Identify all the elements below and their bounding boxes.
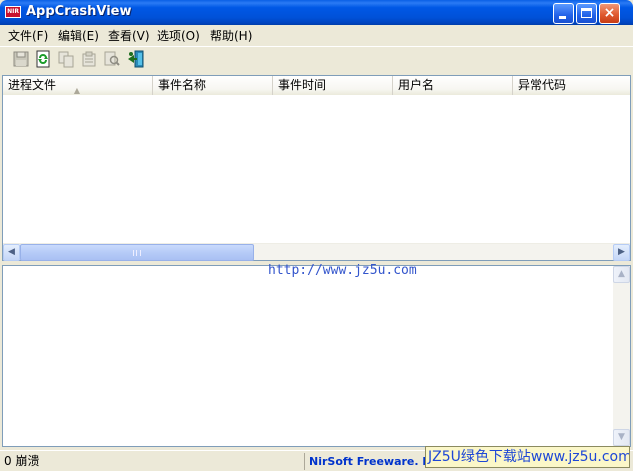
scroll-thumb[interactable] xyxy=(20,244,254,261)
sort-ascending-icon: ▲ xyxy=(73,86,80,95)
menu-options[interactable]: 选项(O) xyxy=(156,27,201,44)
app-icon: NIR xyxy=(5,6,21,18)
column-header-user-name[interactable]: 用户名 xyxy=(393,76,513,95)
chevron-down-icon: ▼ xyxy=(618,432,625,442)
menu-file[interactable]: 文件(F) xyxy=(7,27,49,44)
chevron-right-icon: ▶ xyxy=(618,247,625,257)
column-header-process-file[interactable]: 进程文件 ▲ xyxy=(3,76,153,95)
menu-help[interactable]: 帮助(H) xyxy=(209,27,253,44)
menu-view[interactable]: 查看(V) xyxy=(107,27,151,44)
save-button[interactable] xyxy=(12,50,30,68)
exit-icon xyxy=(128,50,144,68)
crash-list[interactable]: 进程文件 ▲ 事件名称 事件时间 用户名 异常代码 ◀ ▶ xyxy=(2,75,631,261)
column-label: 事件名称 xyxy=(158,78,207,92)
exit-button[interactable] xyxy=(127,50,145,68)
column-label: 用户名 xyxy=(398,78,435,92)
details-pane[interactable]: http://www.jz5u.com ▲ ▼ xyxy=(2,263,631,447)
list-body[interactable] xyxy=(3,96,630,242)
scroll-down-button[interactable]: ▼ xyxy=(613,429,630,446)
column-label: 进程文件 xyxy=(8,78,57,92)
vertical-scrollbar[interactable]: ▲ ▼ xyxy=(613,266,630,446)
find-icon xyxy=(104,51,120,66)
properties-button[interactable] xyxy=(80,50,98,68)
refresh-button[interactable] xyxy=(34,50,52,68)
column-label: 异常代码 xyxy=(518,78,567,92)
scroll-left-button[interactable]: ◀ xyxy=(3,244,20,261)
column-header-event-time[interactable]: 事件时间 xyxy=(273,76,393,95)
toolbar xyxy=(0,46,633,72)
title-bar[interactable]: NIR AppCrashView × xyxy=(0,0,633,25)
close-button[interactable]: × xyxy=(599,3,620,24)
copy-button[interactable] xyxy=(57,50,75,68)
minimize-icon xyxy=(559,16,566,19)
column-header-exception-code[interactable]: 异常代码 xyxy=(513,76,630,95)
menu-edit[interactable]: 编辑(E) xyxy=(57,27,100,44)
scroll-right-button[interactable]: ▶ xyxy=(613,244,630,261)
horizontal-scrollbar[interactable]: ◀ ▶ xyxy=(3,243,630,261)
refresh-icon xyxy=(36,50,50,68)
maximize-button[interactable] xyxy=(576,3,597,24)
menu-bar: 文件(F) 编辑(E) 查看(V) 选项(O) 帮助(H) xyxy=(0,25,633,45)
chevron-up-icon: ▲ xyxy=(618,269,625,279)
crash-count: 0 崩溃 xyxy=(4,454,40,468)
find-button[interactable] xyxy=(103,50,121,68)
list-header: 进程文件 ▲ 事件名称 事件时间 用户名 异常代码 xyxy=(3,76,630,95)
minimize-button[interactable] xyxy=(553,3,574,24)
properties-icon xyxy=(82,51,96,67)
watermark-banner: JZ5U绿色下载站www.jz5u.com xyxy=(425,446,630,468)
grip-icon xyxy=(133,250,141,256)
watermark-url: http://www.jz5u.com xyxy=(268,263,417,278)
column-header-event-name[interactable]: 事件名称 xyxy=(153,76,273,95)
copy-icon xyxy=(58,51,74,68)
maximize-icon xyxy=(581,8,592,18)
column-label: 事件时间 xyxy=(278,78,327,92)
window-title: AppCrashView xyxy=(26,4,132,19)
chevron-left-icon: ◀ xyxy=(8,247,15,257)
scroll-up-button[interactable]: ▲ xyxy=(613,266,630,283)
save-icon xyxy=(13,51,29,67)
close-icon: × xyxy=(603,5,616,21)
